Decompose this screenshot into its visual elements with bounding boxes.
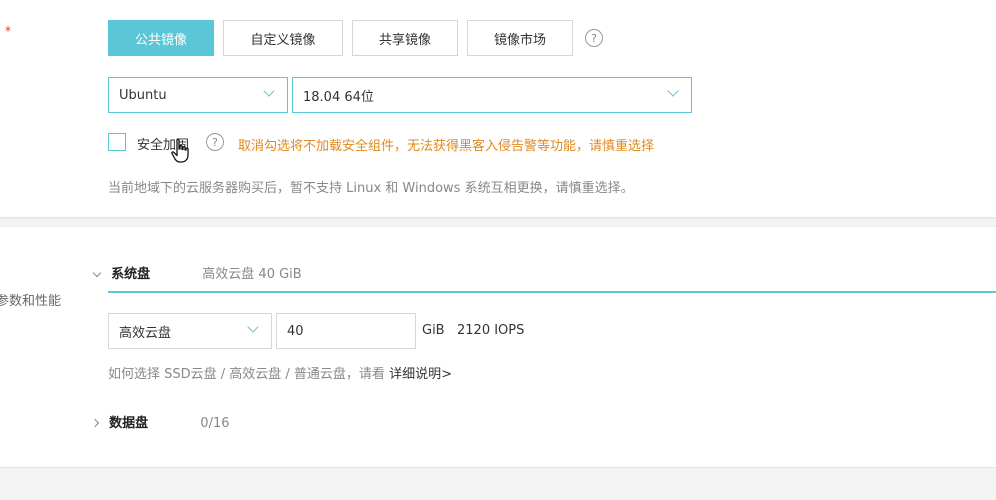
hand-cursor-icon	[171, 138, 189, 163]
system-disk-header[interactable]: 系统盘 高效云盘 40 GiB	[92, 263, 302, 282]
section-label: 参数和性能	[0, 294, 62, 309]
image-panel: * 公共镜像 自定义镜像 共享镜像 镜像市场 ? Ubuntu 18.04 64…	[0, 0, 996, 218]
os-select[interactable]: Ubuntu	[108, 77, 288, 113]
version-select[interactable]: 18.04 64位	[292, 77, 692, 113]
disk-type-value: 高效云盘	[119, 325, 172, 341]
chevron-down-icon	[667, 85, 679, 97]
disk-help-line: 如何选择 SSD云盘 / 高效云盘 / 普通云盘，请看 详细说明>	[108, 363, 452, 382]
tab-custom-image[interactable]: 自定义镜像	[223, 20, 343, 56]
security-checkbox[interactable]	[108, 133, 126, 151]
system-disk-title: 系统盘	[111, 267, 151, 282]
os-select-value: Ubuntu	[119, 87, 167, 103]
tab-image-market[interactable]: 镜像市场	[467, 20, 573, 56]
system-disk-summary: 高效云盘 40 GiB	[202, 267, 302, 282]
data-disk-title: 数据盘	[109, 416, 149, 431]
chevron-down-icon	[263, 85, 275, 97]
help-icon[interactable]: ?	[206, 133, 224, 151]
tab-shared-image[interactable]: 共享镜像	[352, 20, 458, 56]
detail-link[interactable]: 详细说明>	[389, 367, 452, 382]
version-select-value: 18.04 64位	[303, 89, 374, 105]
security-warning: 取消勾选将不加载安全组件，无法获得黑客入侵告警等功能，请慎重选择	[238, 139, 655, 154]
chevron-down-icon	[247, 321, 259, 333]
chevron-right-icon	[90, 418, 100, 428]
disk-help-text: 如何选择 SSD云盘 / 高效云盘 / 普通云盘，请看	[108, 367, 385, 382]
data-disk-count: 0/16	[200, 416, 230, 431]
section-divider	[108, 291, 996, 293]
disk-type-select[interactable]: 高效云盘	[108, 313, 272, 349]
region-note: 当前地域下的云服务器购买后，暂不支持 Linux 和 Windows 系统互相更…	[108, 181, 634, 196]
help-icon[interactable]: ?	[585, 29, 603, 47]
tab-public-image[interactable]: 公共镜像	[108, 20, 214, 56]
data-disk-header[interactable]: 数据盘 0/16	[90, 412, 230, 431]
disk-size-input[interactable]: 40	[276, 313, 416, 349]
required-mark: *	[5, 24, 11, 38]
disk-unit-iops: GiB 2120 IOPS	[422, 323, 525, 338]
chevron-down-icon	[92, 268, 102, 278]
